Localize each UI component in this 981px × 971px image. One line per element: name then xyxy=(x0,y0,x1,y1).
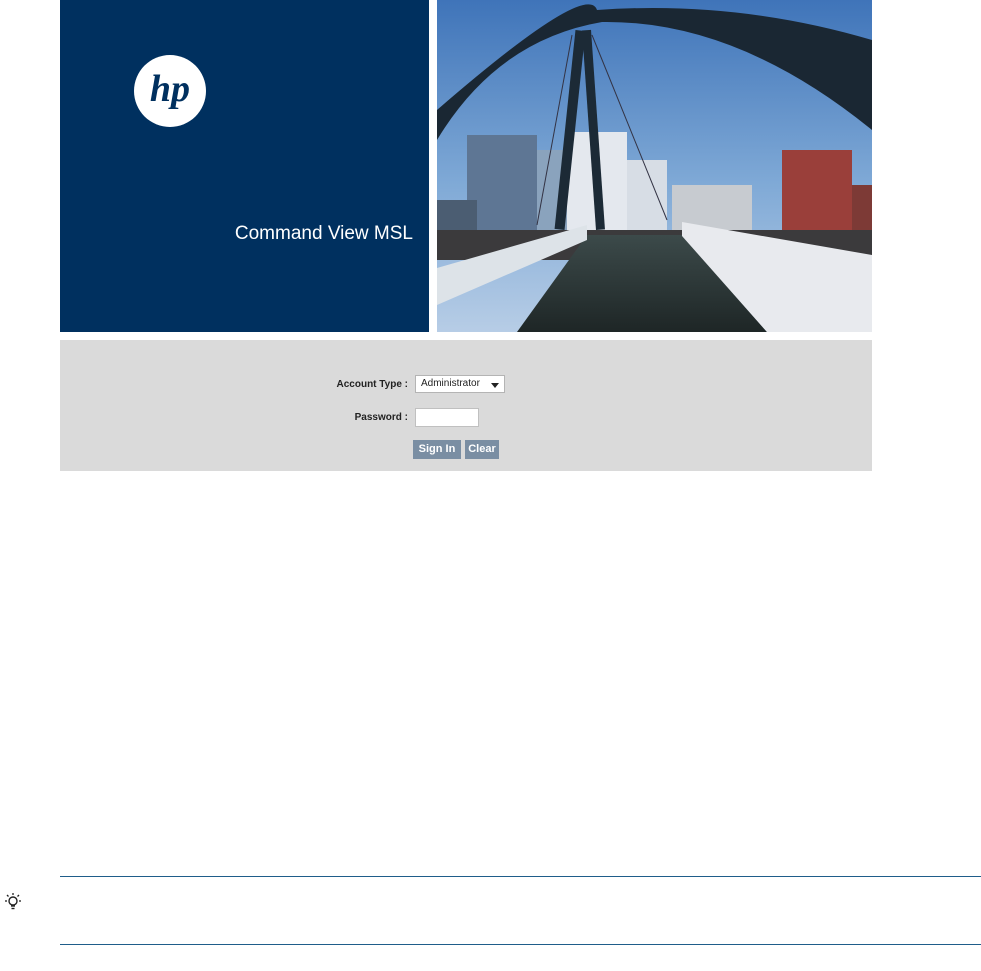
account-type-value: Administrator xyxy=(421,378,480,389)
login-panel: Account Type : Administrator Password : … xyxy=(60,340,872,471)
sign-in-button[interactable]: Sign In xyxy=(413,440,461,459)
bridge-photo xyxy=(437,0,872,332)
tip-bottom-rule xyxy=(60,944,981,945)
account-type-label: Account Type : xyxy=(336,379,408,390)
lightbulb-icon xyxy=(5,893,21,910)
hp-logo: hp xyxy=(134,55,206,127)
password-input[interactable] xyxy=(415,408,479,427)
password-label: Password : xyxy=(354,412,408,423)
clear-button[interactable]: Clear xyxy=(465,440,499,459)
brand-panel: hp Command View MSL xyxy=(60,0,429,332)
tip-top-rule xyxy=(60,876,981,877)
product-name: Command View MSL xyxy=(234,223,413,244)
hp-logo-text: hp xyxy=(150,68,190,110)
account-type-select[interactable]: Administrator xyxy=(415,375,505,393)
chevron-down-icon xyxy=(491,383,499,388)
